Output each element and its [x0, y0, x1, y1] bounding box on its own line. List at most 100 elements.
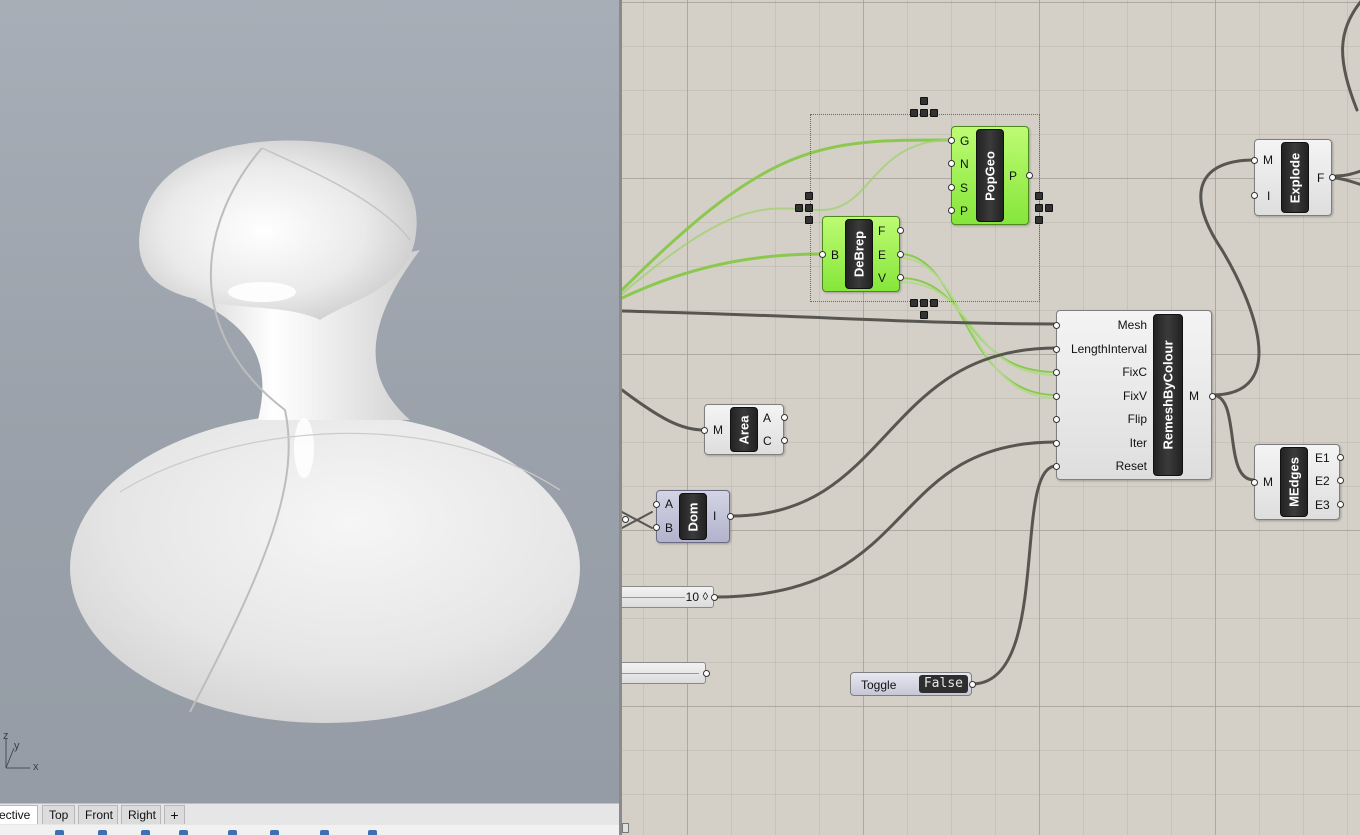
arrow-right-icon[interactable]: [1035, 204, 1043, 212]
align-top-icon[interactable]: [920, 97, 928, 105]
toggle-value[interactable]: False: [918, 675, 968, 693]
wire: [1334, 176, 1360, 186]
output-grip[interactable]: [781, 414, 788, 421]
input-label: Mesh: [1117, 318, 1147, 332]
input-label: FixC: [1122, 365, 1147, 379]
dom-component[interactable]: Dom A B I: [653, 490, 734, 543]
axis-y-label: y: [14, 740, 20, 752]
output-label: E2: [1315, 474, 1330, 488]
output-grip[interactable]: [711, 594, 718, 601]
input-grip[interactable]: [948, 207, 955, 214]
arrow-up-icon[interactable]: [920, 109, 928, 117]
arrow-down-icon[interactable]: [1035, 216, 1043, 224]
area-component[interactable]: Area M A C: [701, 404, 788, 455]
output-label: E1: [1315, 451, 1330, 465]
output-grip[interactable]: [1329, 174, 1336, 181]
input-label: M: [713, 423, 723, 437]
slider-track[interactable]: [622, 597, 685, 598]
arrow-left-icon[interactable]: [910, 299, 918, 307]
slider-knob-icon[interactable]: ◊: [703, 591, 708, 603]
input-label: FixV: [1123, 389, 1147, 403]
debrep-component[interactable]: DeBrep B F E V: [819, 216, 904, 292]
input-grip[interactable]: [948, 184, 955, 191]
align-bottom-icon[interactable]: [920, 311, 928, 319]
boolean-toggle[interactable]: Toggle False: [850, 672, 976, 696]
output-grip[interactable]: [897, 274, 904, 281]
wire: [713, 440, 1058, 599]
arrow-up-icon[interactable]: [1035, 192, 1043, 200]
plus-icon[interactable]: +: [164, 805, 185, 824]
hyperboloid-surface[interactable]: [0, 0, 619, 803]
wire: [970, 464, 1058, 686]
input-label: M: [1263, 475, 1273, 489]
arrow-up-icon[interactable]: [805, 192, 813, 200]
output-grip[interactable]: [1026, 172, 1033, 179]
number-slider[interactable]: 10 ◊: [622, 586, 718, 608]
medges-component[interactable]: MEdges M E1 E2 E3: [1251, 444, 1344, 520]
axis-z-label: z: [3, 730, 9, 742]
dom-name-bar: Dom: [679, 493, 707, 540]
canvas-scroll-handle[interactable]: [622, 823, 629, 833]
output-grip[interactable]: [969, 681, 976, 688]
wire: [622, 309, 1058, 326]
output-grip[interactable]: [781, 437, 788, 444]
rhino-viewport-perspective[interactable]: z y x: [0, 0, 619, 803]
output-grip[interactable]: [703, 670, 710, 677]
input-grip[interactable]: [819, 251, 826, 258]
axis-x-label: x: [33, 761, 39, 773]
output-grip[interactable]: [727, 513, 734, 520]
input-grip[interactable]: [653, 501, 660, 508]
input-grip[interactable]: [653, 524, 660, 531]
popgeo-component[interactable]: PopGeo G N S P P: [948, 126, 1033, 225]
tab-perspective[interactable]: ective: [0, 805, 38, 824]
input-grip[interactable]: [1053, 322, 1060, 329]
output-label: A: [763, 411, 772, 425]
input-grip[interactable]: [948, 137, 955, 144]
tab-front[interactable]: Front: [78, 805, 118, 824]
align-right-icon[interactable]: [1045, 204, 1053, 212]
remeshbycolour-component[interactable]: RemeshByColour Mesh LengthInterval FixC …: [1053, 310, 1216, 480]
output-grip[interactable]: [897, 227, 904, 234]
output-label: F: [1317, 171, 1325, 185]
input-grip[interactable]: [1053, 440, 1060, 447]
slider-track[interactable]: [622, 673, 699, 674]
input-grip[interactable]: [1053, 393, 1060, 400]
arrow-down-icon[interactable]: [920, 299, 928, 307]
input-grip[interactable]: [1053, 463, 1060, 470]
arrow-left-icon[interactable]: [910, 109, 918, 117]
status-marker: [368, 830, 377, 835]
area-name-bar: Area: [730, 407, 758, 452]
output-label: E: [878, 248, 887, 262]
output-grip[interactable]: [897, 251, 904, 258]
number-slider-2[interactable]: [622, 662, 710, 684]
input-grip[interactable]: [1251, 479, 1258, 486]
input-grip[interactable]: [701, 427, 708, 434]
input-grip[interactable]: [1053, 416, 1060, 423]
align-left-icon[interactable]: [795, 204, 803, 212]
status-marker: [141, 830, 150, 835]
grasshopper-canvas[interactable]: PopGeo G N S P P DeBrep B F E V Explode …: [622, 0, 1360, 835]
output-grip[interactable]: [622, 516, 629, 523]
input-label: Reset: [1115, 459, 1147, 473]
input-label: N: [960, 157, 969, 171]
arrow-right-icon[interactable]: [930, 109, 938, 117]
tab-top[interactable]: Top: [42, 805, 75, 824]
input-grip[interactable]: [1251, 192, 1258, 199]
arrow-down-icon[interactable]: [805, 216, 813, 224]
tab-right[interactable]: Right: [121, 805, 161, 824]
explode-component[interactable]: Explode M I F: [1251, 139, 1336, 216]
input-label: S: [960, 181, 969, 195]
input-grip[interactable]: [1053, 346, 1060, 353]
output-label: P: [1009, 169, 1018, 183]
output-grip[interactable]: [1209, 393, 1216, 400]
input-grip[interactable]: [1251, 157, 1258, 164]
output-grip[interactable]: [1337, 477, 1344, 484]
arrow-left-icon[interactable]: [805, 204, 813, 212]
output-grip[interactable]: [1337, 501, 1344, 508]
input-grip[interactable]: [948, 160, 955, 167]
input-grip[interactable]: [1053, 369, 1060, 376]
arrow-right-icon[interactable]: [930, 299, 938, 307]
output-grip[interactable]: [1337, 454, 1344, 461]
output-label: F: [878, 224, 886, 238]
wire: [1334, 169, 1360, 178]
